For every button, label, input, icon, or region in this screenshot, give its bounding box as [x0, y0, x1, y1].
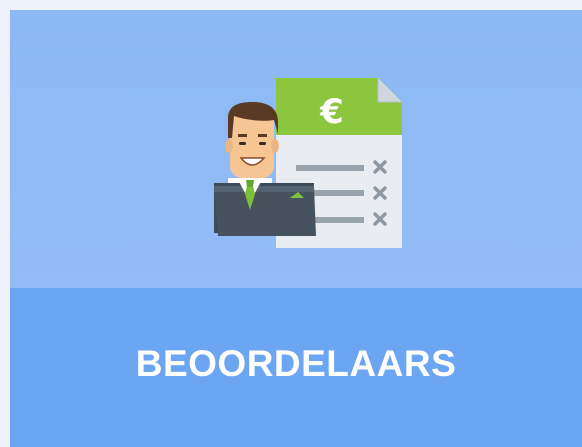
tile-label-bar: BEOORDELAARS — [10, 288, 582, 447]
assessor-with-invoice-icon: € — [214, 78, 402, 248]
beoordelaars-tile[interactable]: € BEOORDELAARS — [10, 10, 582, 447]
tile-label: BEOORDELAARS — [135, 342, 457, 384]
euro-symbol: € — [319, 92, 344, 132]
tile-illustration-area: € — [10, 10, 582, 288]
